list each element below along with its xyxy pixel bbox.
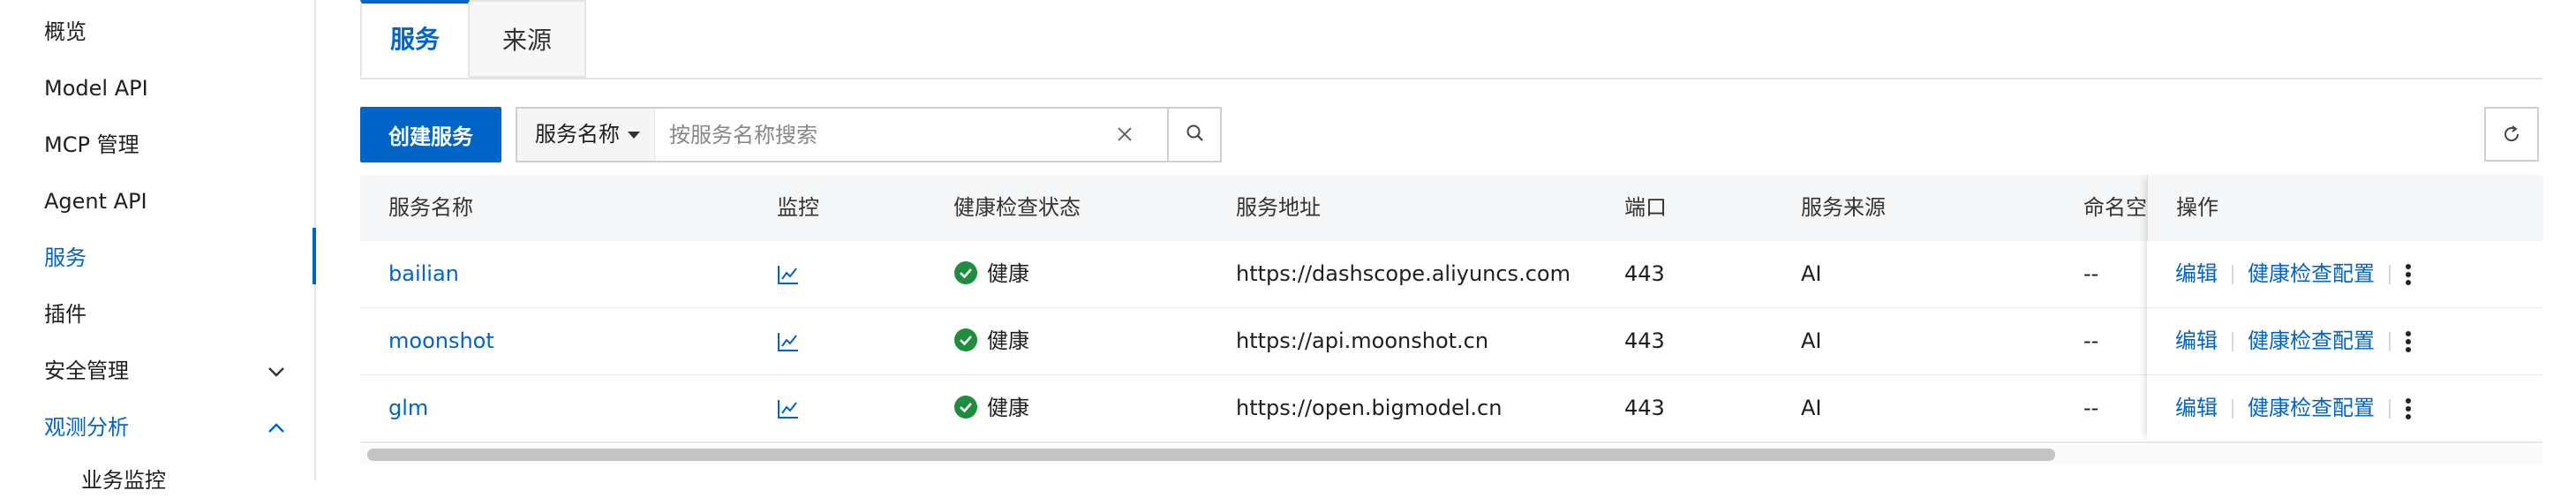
divider [2389, 332, 2391, 351]
search-bar: 服务名称 [516, 107, 1222, 162]
health-check-config-link[interactable]: 健康检查配置 [2248, 396, 2375, 420]
service-port: 443 [1624, 396, 1665, 420]
column-header-namespace: 命名空间 [2083, 195, 2147, 220]
column-header-health: 健康检查状态 [953, 195, 1081, 220]
health-status: 健康 [953, 375, 1029, 441]
service-namespace: -- [2083, 328, 2099, 353]
sidebar-item-observability[interactable]: 观测分析 [44, 410, 305, 445]
edit-link[interactable]: 编辑 [2175, 261, 2218, 286]
search-icon [1186, 124, 1203, 141]
chart-line-icon[interactable] [777, 398, 800, 419]
column-header-monitor: 监控 [777, 195, 819, 220]
divider [2232, 399, 2233, 419]
health-status-label: 健康 [987, 328, 1029, 353]
service-name-link[interactable]: moonshot [388, 308, 494, 374]
service-address: https://dashscope.aliyuncs.com [1236, 261, 1570, 286]
column-header-address: 服务地址 [1236, 195, 1321, 220]
sidebar-subitem-business-monitor[interactable]: 业务监控 [81, 463, 166, 498]
sidebar-active-indicator [313, 228, 316, 284]
sidebar-item-agent-api[interactable]: Agent API [44, 184, 305, 219]
tab-bar: 服务 来源 [360, 0, 2542, 79]
service-namespace: -- [2083, 261, 2099, 286]
service-name-link[interactable]: bailian [388, 241, 459, 307]
sidebar-item-model-api[interactable]: Model API [44, 71, 305, 106]
chevron-down-icon [268, 367, 284, 377]
service-address: https://open.bigmodel.cn [1236, 396, 1503, 420]
create-service-button[interactable]: 创建服务 [360, 107, 501, 162]
service-source: AI [1801, 396, 1822, 420]
service-port: 443 [1624, 328, 1665, 353]
tab-sources[interactable]: 来源 [470, 0, 586, 78]
chart-line-icon[interactable] [777, 331, 800, 352]
sidebar: 概览 Model API MCP 管理 Agent API 服务 插件 安全管理… [0, 0, 316, 493]
row-actions: 编辑 健康检查配置 [2175, 308, 2412, 374]
search-input[interactable] [667, 116, 1183, 155]
row-actions: 编辑 健康检查配置 [2175, 375, 2412, 441]
service-source: AI [1801, 328, 1822, 353]
edit-link[interactable]: 编辑 [2175, 328, 2218, 353]
close-icon[interactable] [1114, 124, 1135, 145]
sidebar-item-label: 安全管理 [44, 358, 129, 383]
service-source: AI [1801, 261, 1822, 286]
column-header-port: 端口 [1624, 195, 1667, 220]
more-vertical-icon[interactable] [2405, 262, 2412, 287]
sidebar-item-plugins[interactable]: 插件 [44, 297, 305, 332]
search-field-select-label: 服务名称 [535, 122, 620, 147]
check-circle-icon [954, 328, 977, 351]
check-circle-icon [954, 261, 977, 284]
service-port: 443 [1624, 261, 1665, 286]
search-button[interactable] [1167, 107, 1222, 162]
sidebar-item-mcp[interactable]: MCP 管理 [44, 127, 305, 162]
check-circle-icon [954, 396, 977, 419]
health-status: 健康 [953, 308, 1029, 374]
horizontal-scrollbar-thumb[interactable] [367, 449, 2055, 461]
health-status-label: 健康 [987, 396, 1029, 420]
search-field-select[interactable]: 服务名称 [517, 109, 655, 161]
sidebar-item-overview[interactable]: 概览 [44, 14, 305, 49]
divider [2389, 265, 2391, 284]
column-header-name: 服务名称 [388, 195, 473, 220]
sidebar-item-label: 观测分析 [44, 415, 129, 440]
edit-link[interactable]: 编辑 [2175, 396, 2218, 420]
service-address: https://api.moonshot.cn [1236, 328, 1489, 353]
row-actions: 编辑 健康检查配置 [2175, 241, 2412, 307]
divider [2232, 265, 2233, 284]
more-vertical-icon[interactable] [2405, 396, 2412, 421]
sidebar-item-security[interactable]: 安全管理 [44, 353, 305, 389]
health-status-label: 健康 [987, 261, 1029, 286]
tab-services[interactable]: 服务 [360, 0, 470, 78]
refresh-icon [2504, 125, 2520, 142]
table-row: glm 健康 https://open.bigmodel.cn 443 AI -… [360, 375, 2542, 443]
health-check-config-link[interactable]: 健康检查配置 [2248, 261, 2375, 286]
column-header-actions: 操作 [2176, 195, 2218, 220]
health-check-config-link[interactable]: 健康检查配置 [2248, 328, 2375, 353]
column-header-source: 服务来源 [1801, 195, 1886, 220]
chevron-up-icon [268, 423, 284, 433]
divider [2232, 332, 2233, 351]
service-namespace: -- [2083, 396, 2099, 420]
service-name-link[interactable]: glm [388, 375, 428, 441]
divider [2389, 399, 2391, 419]
table-row: bailian 健康 https://dashscope.aliyuncs.co… [360, 241, 2542, 309]
table-row: moonshot 健康 https://api.moonshot.cn 443 … [360, 308, 2542, 376]
sidebar-item-services[interactable]: 服务 [44, 240, 305, 275]
more-vertical-icon[interactable] [2405, 329, 2412, 354]
caret-down-icon [628, 132, 640, 139]
refresh-button[interactable] [2484, 107, 2539, 162]
actions-header-bg: 操作 [2147, 175, 2543, 241]
chart-line-icon[interactable] [777, 264, 800, 285]
health-status: 健康 [953, 241, 1029, 307]
